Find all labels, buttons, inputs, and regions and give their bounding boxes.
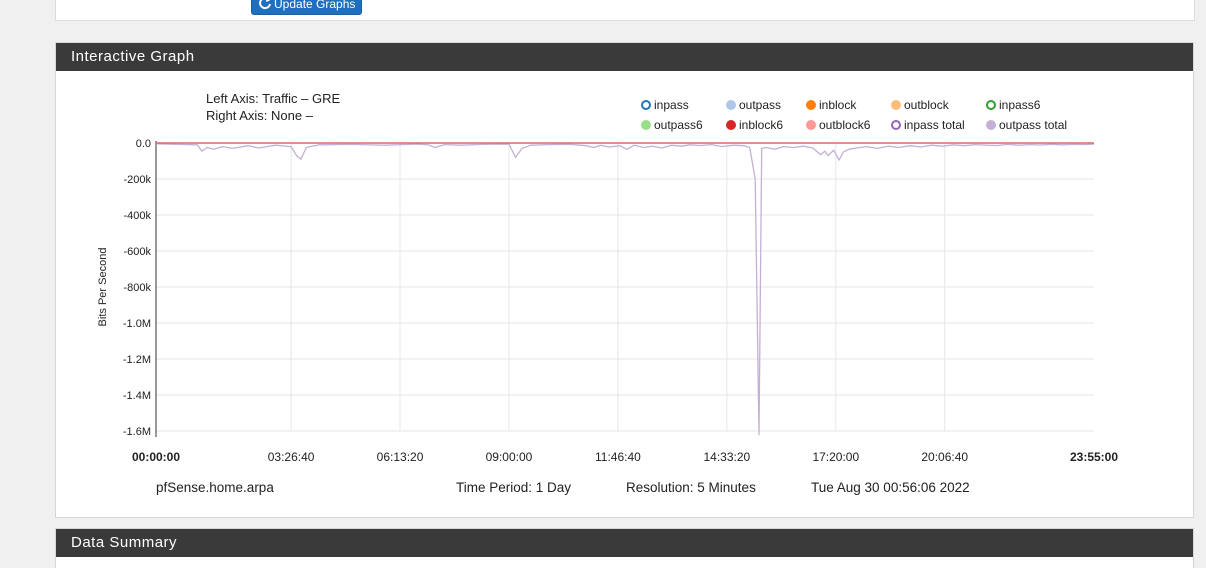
interactive-graph-panel: Interactive Graph Left Axis: Traffic – G… <box>55 42 1194 518</box>
y-axis-title: Bits Per Second <box>97 248 109 327</box>
y-tick-label: -1.6M <box>123 426 151 438</box>
panel-title: Data Summary <box>56 529 1193 557</box>
y-tick-label: -1.4M <box>123 390 151 402</box>
y-tick-label: -400k <box>123 210 151 222</box>
hostname: pfSense.home.arpa <box>156 480 274 495</box>
x-tick-label: 00:00:00 <box>132 450 180 464</box>
x-tick-label: 03:26:40 <box>268 450 315 464</box>
x-tick-label: 23:55:00 <box>1070 450 1118 464</box>
traffic-chart: 0.0 -200k -400k -600k -800k -1.0M -1.2M -1.4M -1… <box>97 138 1118 464</box>
y-tick-label: -1.2M <box>123 354 151 366</box>
refresh-icon <box>259 0 271 10</box>
x-tick-label: 17:20:00 <box>812 450 859 464</box>
series-line-outpass-total <box>155 143 1095 436</box>
resolution: Resolution: 5 Minutes <box>626 480 756 495</box>
x-tick-label: 14:33:20 <box>704 450 751 464</box>
x-tick-label: 11:46:40 <box>595 450 641 464</box>
panel-title: Interactive Graph <box>56 43 1193 71</box>
update-graphs-label: Update Graphs <box>274 0 356 11</box>
y-tick-label: -800k <box>123 282 151 294</box>
update-graphs-button[interactable]: Update Graphs <box>251 0 362 15</box>
graph-timestamp: Tue Aug 30 00:56:06 2022 <box>811 480 970 495</box>
y-tick-label: 0.0 <box>136 138 151 150</box>
y-tick-label: -200k <box>123 174 151 186</box>
time-period: Time Period: 1 Day <box>456 480 572 495</box>
x-tick-label: 20:06:40 <box>921 450 968 464</box>
chart-area: Left Axis: Traffic – GRE Right Axis: Non… <box>56 71 1195 518</box>
y-tick-label: -1.0M <box>123 318 151 330</box>
y-tick-label: -600k <box>123 246 151 258</box>
data-summary-panel: Data Summary <box>55 528 1194 568</box>
x-tick-label: 06:13:20 <box>377 450 424 464</box>
graph-settings-panel: Update Graphs <box>55 0 1195 21</box>
x-tick-label: 09:00:00 <box>486 450 533 464</box>
